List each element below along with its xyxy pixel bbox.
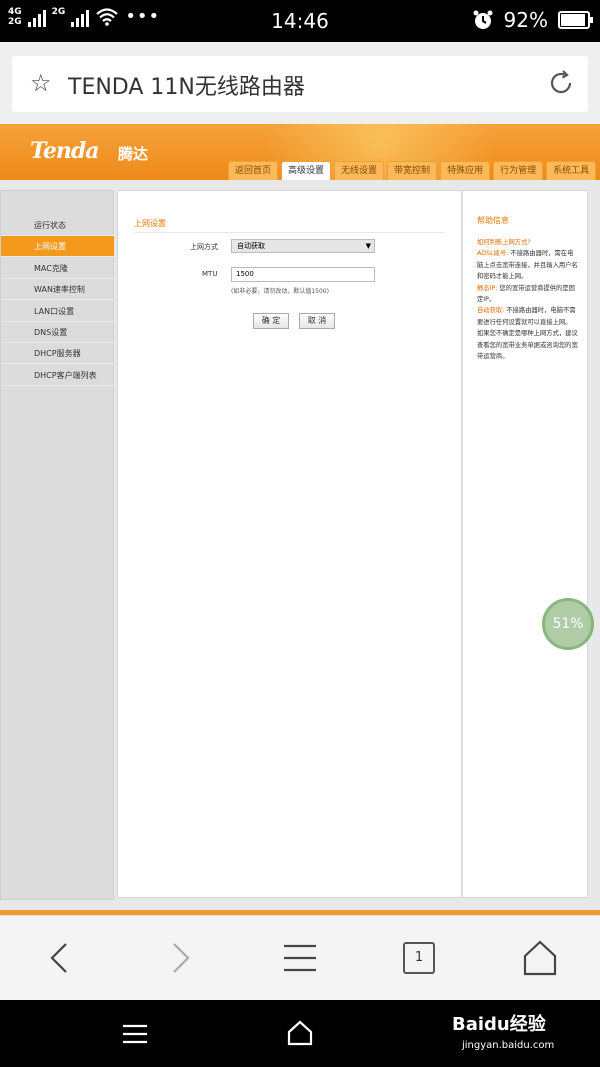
sidebar-item-2[interactable]: MAC克隆 — [1, 258, 114, 279]
router-sidebar: 运行状态 上网设置 MAC克隆 WAN速率控制 LAN口设置 DNS设置 DHCP服务器 DH… — [0, 190, 114, 900]
back-icon[interactable] — [40, 938, 80, 978]
help-panel: 帮助信息 如何判断上网方式? ADSL拨号: 不接路由器时，需在电脑上点击宽带连… — [462, 190, 588, 898]
alarm-icon — [473, 10, 493, 29]
router-tab-3[interactable]: 带宽控制 — [387, 161, 438, 180]
router-tab-6[interactable]: 系统工具 — [546, 161, 597, 180]
sidebar-item-3[interactable]: WAN速率控制 — [1, 279, 114, 301]
router-tab-5[interactable]: 行为管理 — [493, 161, 544, 180]
sidebar-item-4[interactable]: LAN口设置 — [1, 301, 114, 322]
router-tab-1[interactable]: 高级设置 — [281, 161, 332, 180]
tenda-logo: Tenda — [30, 138, 99, 164]
sidebar-item-1[interactable]: 上网设置 — [1, 236, 114, 258]
settings-panel: 上网设置 上网方式 自动获取 ▼ MTU 1500 (如非必要，请勿改动，默认值… — [117, 190, 462, 898]
mtu-input[interactable]: 1500 — [231, 267, 375, 282]
sidebar-item-5[interactable]: DNS设置 — [1, 322, 114, 343]
tab-count-button[interactable]: 1 — [403, 942, 435, 974]
tenda-logo-cn: 腾达 — [118, 145, 149, 163]
wan-type-value: 自动获取 — [237, 242, 265, 250]
help-text: 如何判断上网方式? ADSL拨号: 不接路由器时，需在电脑上点击宽带连接，并且输… — [477, 237, 579, 362]
help-static-key: 静态IP: — [477, 284, 498, 292]
help-adsl-key: ADSL拨号: — [477, 250, 509, 258]
reload-icon[interactable] — [546, 68, 576, 98]
mtu-label: MTU — [202, 270, 218, 278]
system-home-icon[interactable] — [285, 1018, 315, 1048]
sidebar-item-7[interactable]: DHCP客户端列表 — [1, 365, 114, 386]
sidebar-item-6[interactable]: DHCP服务器 — [1, 343, 114, 365]
system-nav: Baidu经验 jingyan.baidu.com — [0, 1000, 600, 1067]
status-bar: 4G 2G 2G . ••• 14:46 — [0, 0, 600, 42]
wan-type-select[interactable]: 自动获取 ▼ — [231, 239, 375, 253]
wan-type-label: 上网方式 — [190, 243, 218, 251]
dropdown-arrow-icon: ▼ — [365, 242, 371, 250]
ok-button[interactable]: 确 定 — [253, 313, 289, 329]
help-question: 如何判断上网方式? — [477, 239, 531, 246]
router-tabs: 返回首页 高级设置 无线设置 带宽控制 特殊应用 行为管理 系统工具 — [228, 161, 597, 180]
cancel-button[interactable]: 取 消 — [299, 313, 335, 329]
status-right: 92% — [472, 8, 593, 32]
browser-nav: 1 — [0, 915, 600, 1000]
router-header: Tenda 腾达 返回首页 高级设置 无线设置 带宽控制 特殊应用 行为管理 系统工具 — [0, 124, 600, 180]
address-bar: ☆ TENDA 11N无线路由器 — [0, 42, 600, 124]
help-title: 帮助信息 — [477, 216, 509, 225]
battery-fill — [561, 14, 585, 26]
help-dhcp-key: 自动获取: — [477, 307, 505, 315]
home-icon[interactable] — [520, 938, 560, 978]
system-menu-icon[interactable] — [120, 1020, 150, 1048]
bookmark-star-icon[interactable]: ☆ — [30, 69, 52, 97]
router-tab-2[interactable]: 无线设置 — [334, 161, 385, 180]
battery-percent: 92% — [503, 8, 548, 32]
battery-icon — [558, 11, 593, 29]
baidu-watermark-url: jingyan.baidu.com — [462, 1040, 555, 1051]
baidu-watermark: Baidu经验 — [452, 1014, 546, 1035]
page-title[interactable]: TENDA 11N无线路由器 — [68, 69, 305, 101]
router-tab-0[interactable]: 返回首页 — [228, 161, 279, 180]
forward-icon[interactable] — [160, 938, 200, 978]
section-title: 上网设置 — [134, 219, 166, 228]
menu-icon[interactable] — [280, 938, 320, 978]
mtu-hint: (如非必要，请勿改动，默认值1500) — [231, 288, 329, 295]
help-tail: 如果您不确定是哪种上网方式，建议查看您的宽带业务单据或咨询您的宽带运营商。 — [477, 330, 578, 361]
float-progress-ball[interactable]: 51% — [542, 598, 594, 650]
router-tab-4[interactable]: 特殊应用 — [440, 161, 491, 180]
url-box[interactable]: ☆ TENDA 11N无线路由器 — [12, 56, 588, 112]
sidebar-item-0[interactable]: 运行状态 — [1, 215, 114, 236]
router-body: 运行状态 上网设置 MAC克隆 WAN速率控制 LAN口设置 DNS设置 DHCP服务器 DH… — [0, 180, 600, 910]
section-divider — [134, 232, 444, 233]
